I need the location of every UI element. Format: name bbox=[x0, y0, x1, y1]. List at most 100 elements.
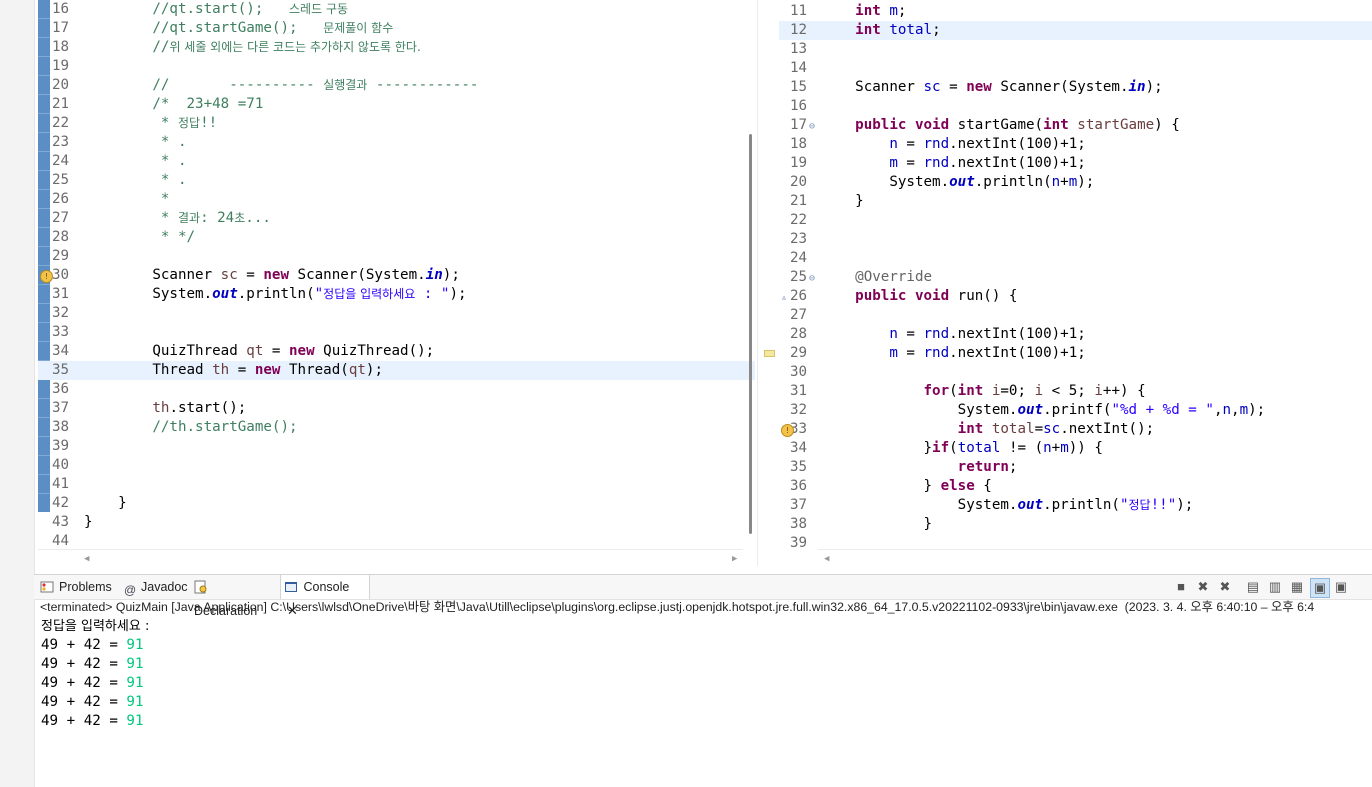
code-line[interactable]: 17 public void startGame(int startGame) … bbox=[779, 116, 1372, 135]
code-text[interactable]: for(int i=0; i < 5; i++) { bbox=[821, 382, 1146, 401]
code-line[interactable]: 30 bbox=[779, 363, 1372, 382]
code-text[interactable]: int total; bbox=[821, 21, 940, 40]
scroll-right-icon[interactable]: ▶ bbox=[732, 554, 737, 564]
code-line[interactable]: 26 public void run() {▵ bbox=[779, 287, 1372, 306]
show-stdout-icon[interactable]: ▣ bbox=[1310, 578, 1330, 598]
override-icon[interactable]: ▵ bbox=[781, 288, 787, 307]
code-line[interactable]: 38 //th.startGame(); bbox=[38, 418, 755, 437]
code-text[interactable]: Scanner sc = new Scanner(System.in); bbox=[84, 266, 460, 285]
code-text[interactable]: * bbox=[84, 190, 170, 209]
code-text[interactable]: return; bbox=[821, 458, 1018, 477]
code-line[interactable]: 20 // ---------- 실행결과 ------------ bbox=[38, 76, 755, 95]
editor-vertical-scrollbar[interactable] bbox=[749, 134, 752, 534]
code-line[interactable]: 29 bbox=[38, 247, 755, 266]
code-line[interactable]: 27 * 결과: 24초... bbox=[38, 209, 755, 228]
code-line[interactable]: 28 n = rnd.nextInt(100)+1; bbox=[779, 325, 1372, 344]
code-line[interactable]: 37 th.start(); bbox=[38, 399, 755, 418]
code-text[interactable]: //위 세줄 외에는 다른 코드는 추가하지 않도록 한다. bbox=[84, 38, 420, 57]
code-text[interactable]: System.out.println("정답!!"); bbox=[821, 496, 1194, 515]
code-text[interactable]: m = rnd.nextInt(100)+1; bbox=[821, 154, 1085, 173]
fold-icon[interactable]: ⊖ bbox=[809, 269, 815, 288]
terminate-icon[interactable]: ■ bbox=[1172, 578, 1190, 596]
code-text[interactable]: Scanner sc = new Scanner(System.in); bbox=[821, 78, 1163, 97]
code-line[interactable]: 27 bbox=[779, 306, 1372, 325]
code-text[interactable]: * 정답!! bbox=[84, 114, 217, 133]
scroll-left-icon[interactable]: ◀ bbox=[824, 554, 829, 564]
code-line[interactable]: 16 bbox=[779, 97, 1372, 116]
editor-quizmain[interactable]: 16 //qt.start(); 스레드 구동 17 //qt.startGame… bbox=[38, 0, 755, 566]
code-line[interactable]: 22 * 정답!! bbox=[38, 114, 755, 133]
code-line[interactable]: 18 //위 세줄 외에는 다른 코드는 추가하지 않도록 한다. bbox=[38, 38, 755, 57]
code-text[interactable]: } bbox=[821, 192, 864, 211]
code-text[interactable]: //qt.startGame(); 문제풀이 함수 bbox=[84, 19, 393, 38]
code-line[interactable]: 11 int m; bbox=[779, 2, 1372, 21]
code-line[interactable]: 43} bbox=[38, 513, 755, 532]
code-line[interactable]: 22 bbox=[779, 211, 1372, 230]
code-line[interactable]: 24 bbox=[779, 249, 1372, 268]
code-line[interactable]: 34 }if(total != (n+m)) { bbox=[779, 439, 1372, 458]
code-line[interactable]: 40 bbox=[38, 456, 755, 475]
code-line[interactable]: 35 Thread th = new Thread(qt); bbox=[38, 361, 755, 380]
code-line[interactable]: 36 bbox=[38, 380, 755, 399]
code-text[interactable]: * . bbox=[84, 152, 187, 171]
code-text[interactable]: } bbox=[821, 515, 932, 534]
code-text[interactable]: * . bbox=[84, 133, 187, 152]
code-text[interactable]: System.out.println("정답을 입력하세요 : "); bbox=[84, 285, 466, 304]
code-line[interactable]: 18 n = rnd.nextInt(100)+1; bbox=[779, 135, 1372, 154]
code-text[interactable]: int total=sc.nextInt(); bbox=[821, 420, 1155, 439]
code-line[interactable]: 12 int total; bbox=[779, 21, 1372, 40]
code-line[interactable]: 14 bbox=[779, 59, 1372, 78]
code-text[interactable]: m = rnd.nextInt(100)+1; bbox=[821, 344, 1085, 363]
code-line[interactable]: 33 bbox=[38, 323, 755, 342]
code-line[interactable]: 31 System.out.println("정답을 입력하세요 : "); bbox=[38, 285, 755, 304]
code-line[interactable]: 25 * . bbox=[38, 171, 755, 190]
scroll-lock-icon[interactable]: ▥ bbox=[1266, 578, 1284, 596]
code-text[interactable]: }if(total != (n+m)) { bbox=[821, 439, 1102, 458]
code-line[interactable]: 39 bbox=[38, 437, 755, 456]
code-line[interactable]: 42 } bbox=[38, 494, 755, 513]
code-text[interactable]: System.out.printf("%d + %d = ",n,m); bbox=[821, 401, 1266, 420]
overview-marker[interactable] bbox=[764, 350, 775, 357]
code-text[interactable]: Thread th = new Thread(qt); bbox=[84, 361, 383, 380]
code-line[interactable]: 26 * bbox=[38, 190, 755, 209]
code-text[interactable]: * */ bbox=[84, 228, 195, 247]
code-text[interactable]: * . bbox=[84, 171, 187, 190]
warning-icon[interactable]: ! bbox=[40, 270, 53, 283]
show-stderr-icon[interactable]: ▣ bbox=[1332, 578, 1350, 596]
code-text[interactable]: // ---------- 실행결과 ------------ bbox=[84, 76, 478, 95]
code-line[interactable]: 35 return; bbox=[779, 458, 1372, 477]
code-text[interactable]: System.out.println(n+m); bbox=[821, 173, 1094, 192]
code-text[interactable]: public void run() { bbox=[821, 287, 1017, 306]
tab-declaration[interactable]: Declaration bbox=[194, 575, 276, 618]
code-text[interactable]: th.start(); bbox=[84, 399, 246, 418]
code-text[interactable]: n = rnd.nextInt(100)+1; bbox=[821, 135, 1085, 154]
code-line[interactable]: 13 bbox=[779, 40, 1372, 59]
code-line[interactable]: 41 bbox=[38, 475, 755, 494]
remove-launch-icon[interactable]: ✖ bbox=[1194, 578, 1212, 596]
word-wrap-icon[interactable]: ▦ bbox=[1288, 578, 1306, 596]
code-line[interactable]: 24 * . bbox=[38, 152, 755, 171]
code-line[interactable]: 20 System.out.println(n+m); bbox=[779, 173, 1372, 192]
clear-console-icon[interactable]: ▤ bbox=[1244, 578, 1262, 596]
code-text[interactable]: } bbox=[84, 494, 127, 513]
warning-icon[interactable]: ! bbox=[781, 424, 794, 437]
code-text[interactable]: @Override bbox=[821, 268, 932, 287]
code-line[interactable]: 15 Scanner sc = new Scanner(System.in); bbox=[779, 78, 1372, 97]
code-line[interactable]: 23 bbox=[779, 230, 1372, 249]
code-line[interactable]: 29 m = rnd.nextInt(100)+1; bbox=[779, 344, 1372, 363]
code-line[interactable]: 19 m = rnd.nextInt(100)+1; bbox=[779, 154, 1372, 173]
code-text[interactable]: //qt.start(); 스레드 구동 bbox=[84, 0, 348, 19]
code-line[interactable]: 23 * . bbox=[38, 133, 755, 152]
code-line[interactable]: 19 bbox=[38, 57, 755, 76]
tab-console[interactable]: Console ✕ bbox=[280, 575, 370, 618]
code-line[interactable]: 31 for(int i=0; i < 5; i++) { bbox=[779, 382, 1372, 401]
code-text[interactable]: } bbox=[84, 513, 93, 532]
tab-javadoc[interactable]: @ Javadoc bbox=[124, 575, 188, 599]
tab-problems[interactable]: Problems bbox=[40, 575, 118, 599]
code-line[interactable]: 32 bbox=[38, 304, 755, 323]
code-line[interactable]: 30 Scanner sc = new Scanner(System.in);! bbox=[38, 266, 755, 285]
editor-quizthread[interactable]: 11 int m; 12 int total; 13 14 15 Scanner sc … bbox=[779, 0, 1372, 566]
code-text[interactable]: public void startGame(int startGame) { bbox=[821, 116, 1180, 135]
code-line[interactable]: 21 /* 23+48 =71 bbox=[38, 95, 755, 114]
code-text[interactable]: int m; bbox=[821, 2, 906, 21]
